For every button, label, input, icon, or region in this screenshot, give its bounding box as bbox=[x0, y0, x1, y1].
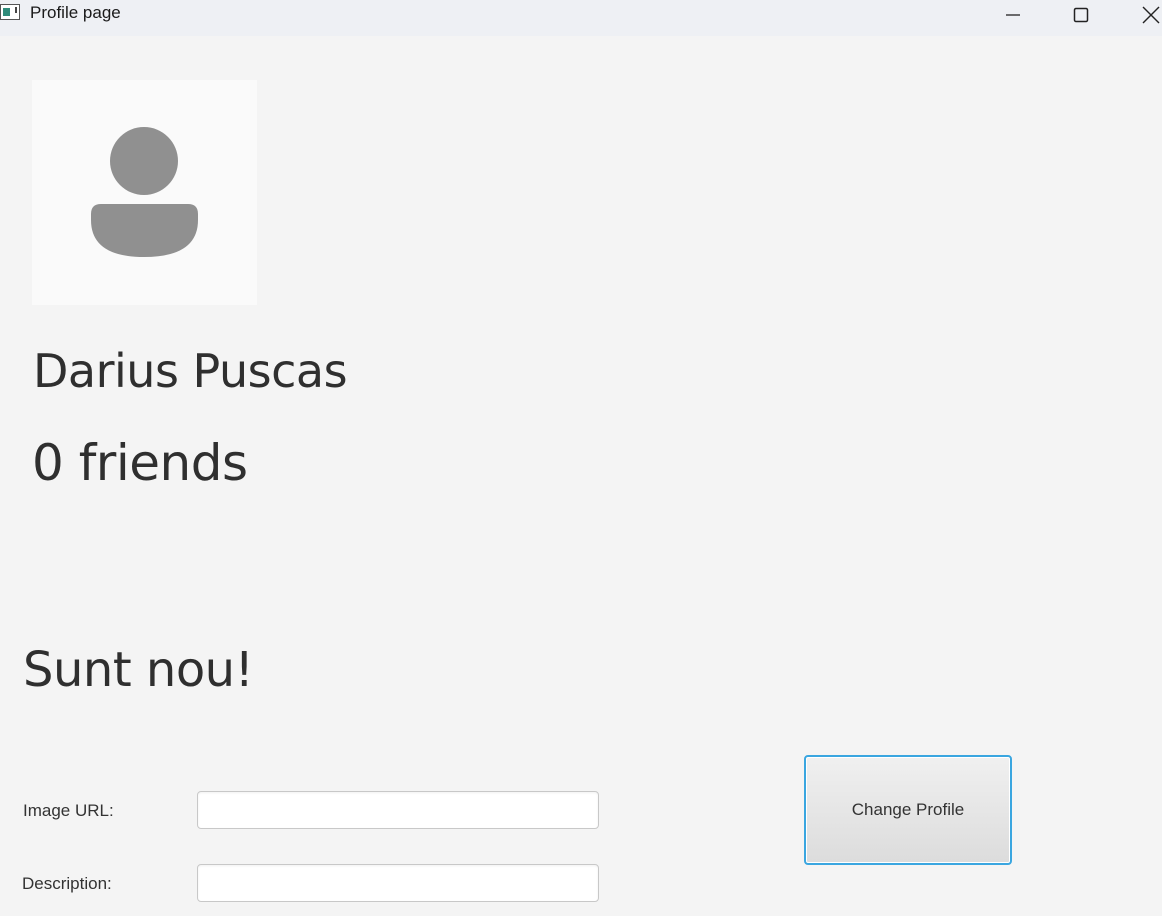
maximize-button[interactable] bbox=[1058, 0, 1104, 30]
close-button[interactable] bbox=[1128, 0, 1162, 30]
close-icon bbox=[1142, 6, 1160, 24]
friends-count: 0 friends bbox=[32, 434, 248, 492]
change-profile-button[interactable]: Change Profile bbox=[804, 755, 1012, 865]
maximize-icon bbox=[1073, 7, 1089, 23]
profile-window: Profile page Darius Puscas 0 friends Sun… bbox=[0, 0, 1162, 916]
minimize-button[interactable] bbox=[990, 0, 1036, 30]
description-input[interactable] bbox=[197, 864, 599, 902]
profile-description: Sunt nou! bbox=[23, 642, 254, 698]
title-bar[interactable]: Profile page bbox=[0, 0, 1162, 36]
app-window-icon bbox=[0, 4, 20, 20]
description-label: Description: bbox=[22, 874, 112, 893]
image-url-label: Image URL: bbox=[23, 801, 114, 820]
minimize-icon bbox=[1006, 14, 1020, 16]
image-url-input[interactable] bbox=[197, 791, 599, 829]
profile-name: Darius Puscas bbox=[33, 344, 348, 398]
window-title: Profile page bbox=[30, 3, 121, 22]
profile-avatar bbox=[32, 80, 257, 305]
user-silhouette-icon bbox=[91, 127, 198, 257]
